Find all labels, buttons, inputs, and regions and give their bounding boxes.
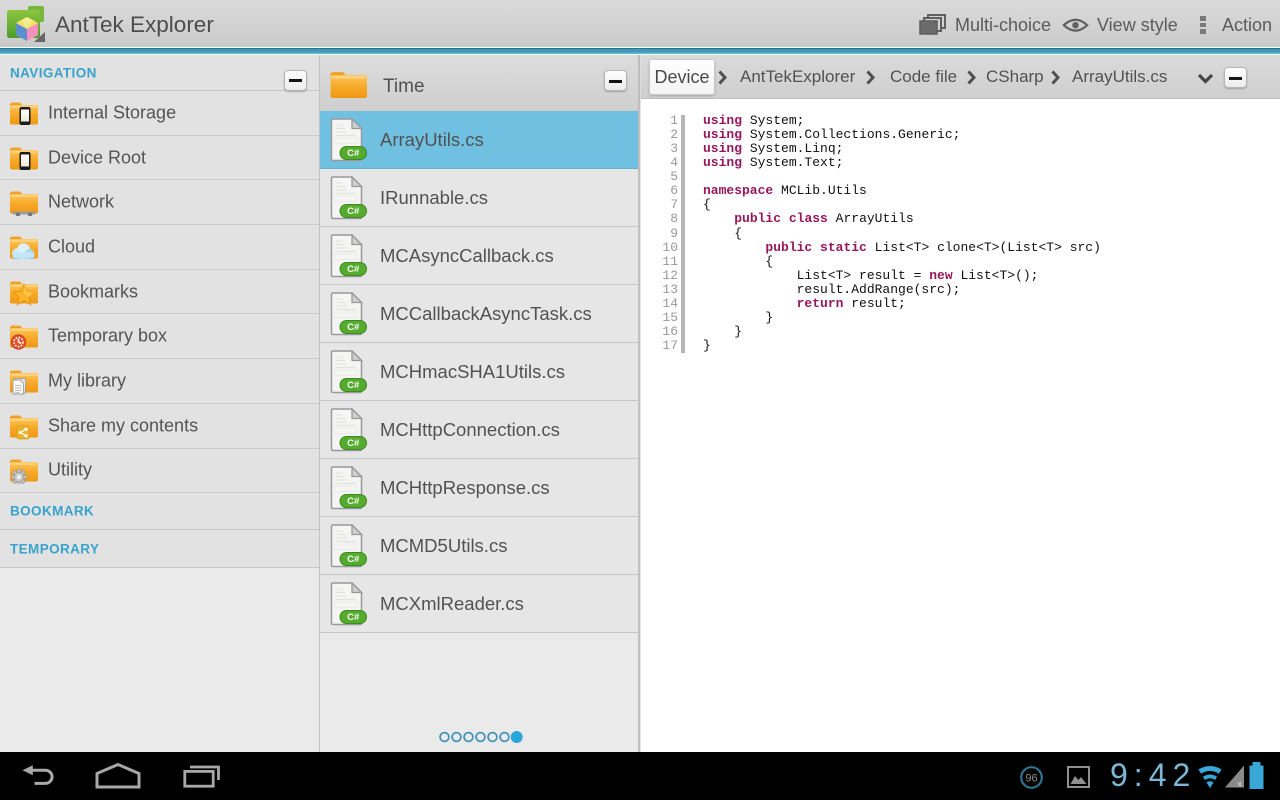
svg-text:x: x bbox=[1238, 779, 1243, 789]
svg-text:96: 96 bbox=[1025, 773, 1037, 785]
